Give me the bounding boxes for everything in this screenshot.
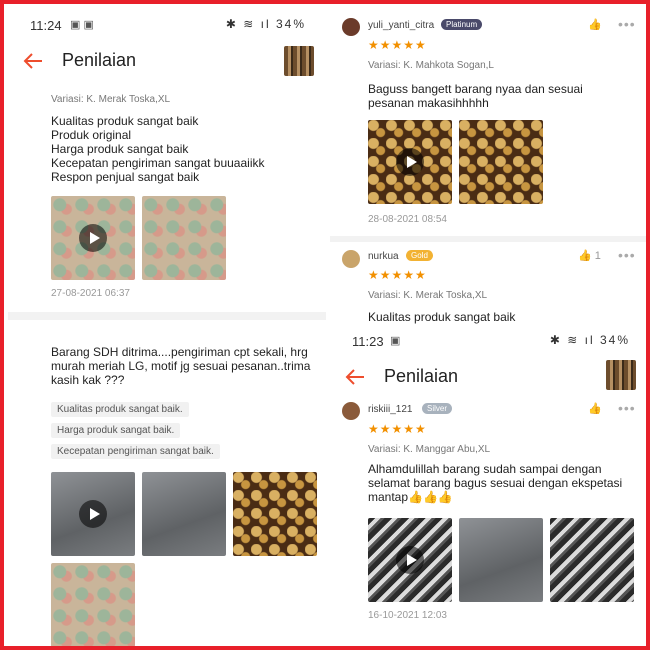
play-icon[interactable] [79,224,107,252]
review-variation: Variasi: K. Merak Toska,XL [51,94,171,105]
review-video[interactable] [368,518,452,602]
left-screenshot: 11:24 ▣ ▣ ✱ ≋ ıl 34% Penilaian Variasi: … [8,8,326,646]
star-rating: ★★★★★ [368,38,427,52]
battery-label: 34% [599,333,630,347]
review-tag: Harga produk sangat baik. [51,423,181,438]
signal-icons: ✱ ≋ ıl 34% [550,333,630,347]
review-photo[interactable] [459,518,543,602]
review-photo[interactable] [459,120,543,204]
play-icon[interactable] [396,148,424,176]
header: Penilaian [8,44,326,84]
review-photo[interactable] [51,563,135,646]
product-thumbnail[interactable] [284,46,314,76]
review-photo[interactable] [142,196,226,280]
review-line: Harga produk sangat baik [51,142,189,156]
reviewer-name: nurkua [368,251,399,262]
review-date: 27-08-2021 06:37 [51,288,130,299]
notification-icons: ▣ ▣ [70,19,94,31]
star-rating: ★★★★★ [368,268,427,282]
review-text: Kualitas produk sangat baik [368,310,516,324]
review-tag: Kecepatan pengiriman sangat baik. [51,444,220,459]
review-video[interactable] [51,472,135,556]
avatar [342,18,360,36]
review-date: 16-10-2021 12:03 [368,610,447,621]
wifi-icon: ✱ ≋ ıl [549,333,595,347]
review-photo[interactable] [142,472,226,556]
status-badge: Silver [422,403,453,414]
signal-icons: ✱ ≋ ıl 34% [226,17,306,31]
status-badge: Platinum [441,19,483,30]
header: Penilaian [330,360,646,400]
collage-frame: 11:24 ▣ ▣ ✱ ≋ ıl 34% Penilaian Variasi: … [0,0,650,650]
star-rating: ★★★★★ [368,422,427,436]
review-text: Barang SDH ditrima....pengiriman cpt sek… [51,345,311,387]
product-thumbnail[interactable] [606,360,636,390]
review-photo[interactable] [233,472,317,556]
status-time: 11:23 [352,334,384,349]
like-count: 1 [594,250,601,262]
status-bar: 11:23 ▣ ✱ ≋ ıl 34% [330,328,646,352]
notification-icons: ▣ [390,335,401,347]
review-line: Kecepatan pengiriman sangat buuaaiikk [51,156,265,170]
review-text: Baguss bangett barang nyaa dan sesuai pe… [368,82,583,110]
status-badge: Gold [406,250,433,261]
like-icon[interactable]: 👍 [588,402,602,415]
avatar [342,402,360,420]
review-line: Kualitas produk sangat baik [51,114,199,128]
more-icon[interactable]: ••• [618,400,636,416]
divider [330,236,646,242]
more-icon[interactable]: ••• [618,16,636,32]
right-bottom-screenshot: 11:23 ▣ ✱ ≋ ıl 34% Penilaian riskiii_121… [330,326,646,646]
review-date: 28-08-2021 08:54 [368,214,447,225]
review-video[interactable] [368,120,452,204]
review-variation: Variasi: K. Mahkota Sogan,L [368,60,494,71]
review-text: Alhamdulillah barang sudah sampai dengan… [368,462,623,504]
play-icon[interactable] [79,500,107,528]
review-tag: Kualitas produk sangat baik. [51,402,189,417]
back-arrow-icon[interactable] [22,50,44,72]
review-line: Respon penjual sangat baik [51,170,200,184]
more-icon[interactable]: ••• [618,247,636,263]
wifi-icon: ✱ ≋ ıl [225,17,271,31]
page-title: Penilaian [62,50,137,70]
page-title: Penilaian [384,366,459,386]
review-variation: Variasi: K. Manggar Abu,XL [368,444,491,455]
reviewer-name: yuli_yanti_citra [368,20,435,31]
status-time: 11:24 [30,18,62,33]
battery-label: 34% [275,17,306,31]
divider [8,312,326,320]
review-photo[interactable] [550,518,634,602]
avatar [342,250,360,268]
back-arrow-icon[interactable] [344,366,366,388]
like-icon[interactable]: 👍 1 [578,249,601,262]
reviewer-name: riskiii_121 [368,404,413,415]
status-bar: 11:24 ▣ ▣ ✱ ≋ ıl 34% [8,12,326,36]
right-top-screenshot: yuli_yanti_citra Platinum 👍 ••• ★★★★★ Va… [330,8,646,326]
like-icon[interactable]: 👍 [588,18,602,31]
review-variation: Variasi: K. Merak Toska,XL [368,290,488,301]
play-icon[interactable] [396,546,424,574]
review-line: Produk original [51,128,132,142]
review-video[interactable] [51,196,135,280]
